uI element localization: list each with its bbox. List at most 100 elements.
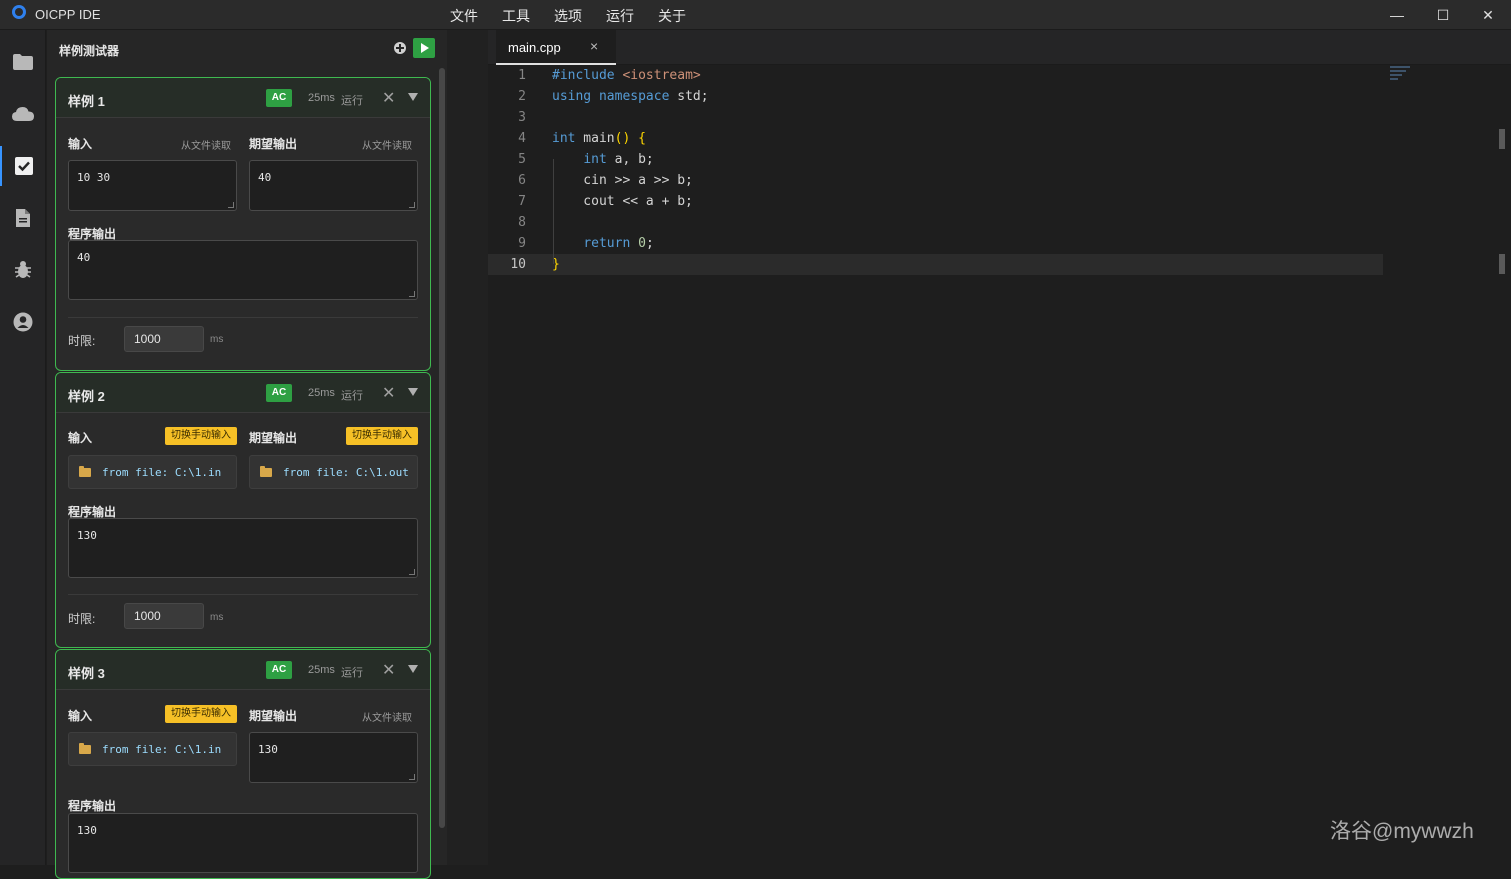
minimize-button[interactable]: — (1374, 0, 1420, 30)
time-limit-label: 时限: (68, 612, 96, 626)
expected-read-from-file-button[interactable]: 从文件读取 (362, 137, 412, 152)
case-header[interactable]: 样例 3 AC 25ms 运行 ✕ (56, 650, 430, 690)
output-textarea[interactable]: 130 (68, 813, 418, 873)
folder-icon (79, 742, 91, 754)
app-title: OICPP IDE (35, 7, 101, 22)
indent-guide (553, 159, 554, 264)
app-logo-icon (12, 5, 26, 19)
minimap[interactable] (1390, 66, 1414, 86)
resize-grip[interactable] (409, 774, 415, 780)
menu-about[interactable]: 关于 (658, 6, 686, 26)
menu-tools[interactable]: 工具 (502, 6, 530, 26)
output-label: 程序输出 (68, 799, 117, 813)
resize-grip[interactable] (228, 202, 234, 208)
run-case-button[interactable]: 运行 (341, 664, 363, 680)
sample-case-1: 样例 1 AC 25ms 运行 ✕ 输入 从文件读取 期望输出 从文件读取 10… (55, 77, 431, 371)
chevron-down-icon[interactable] (408, 93, 418, 101)
run-case-button[interactable]: 运行 (341, 387, 363, 403)
chevron-down-icon[interactable] (408, 388, 418, 396)
tab-bar: main.cpp × (488, 30, 1511, 65)
menu-options[interactable]: 选项 (554, 6, 582, 26)
sample-case-3: 样例 3 AC 25ms 运行 ✕ 输入 切换手动输入 期望输出 从文件读取 f… (55, 649, 431, 879)
input-manual-toggle-button[interactable]: 切换手动输入 (165, 705, 237, 723)
code-editor[interactable]: 1 #include <iostream> 2 using namespace … (488, 65, 1511, 865)
case-title: 样例 1 (68, 94, 105, 109)
line-number: 7 (518, 194, 526, 209)
input-textarea[interactable]: 10 30 (68, 160, 237, 211)
output-textarea[interactable]: 40 (68, 240, 418, 300)
panel-scrollbar[interactable] (439, 68, 445, 828)
close-icon[interactable]: ✕ (382, 383, 395, 403)
folder-icon (79, 465, 91, 477)
scrollbar-marker[interactable] (1499, 129, 1505, 149)
status-badge: AC (266, 89, 292, 107)
line-number: 8 (518, 215, 526, 230)
expected-label: 期望输出 (249, 709, 298, 723)
add-case-icon[interactable] (394, 42, 406, 54)
scrollbar-marker[interactable] (1499, 254, 1505, 274)
cloud-icon[interactable] (0, 94, 46, 134)
menu-run[interactable]: 运行 (606, 6, 634, 26)
bug-icon[interactable] (0, 250, 46, 290)
status-badge: AC (266, 661, 292, 679)
case-title: 样例 3 (68, 666, 105, 681)
menu-bar: 文件 工具 选项 运行 关于 (450, 6, 710, 26)
expected-textarea[interactable]: 130 (249, 732, 418, 783)
title-bar: OICPP IDE 文件 工具 选项 运行 关于 — ☐ ✕ (0, 0, 1511, 30)
case-header[interactable]: 样例 2 AC 25ms 运行 ✕ (56, 373, 430, 413)
case-time: 25ms (308, 664, 335, 676)
editor-area: main.cpp × 1 #include <iostream> 2 using… (447, 30, 1511, 865)
tab-label: main.cpp (508, 40, 561, 55)
file-icon[interactable] (0, 198, 46, 238)
case-header[interactable]: 样例 1 AC 25ms 运行 ✕ (56, 78, 430, 118)
expected-label: 期望输出 (249, 137, 298, 151)
expected-value: 40 (258, 171, 272, 184)
input-label: 输入 (68, 431, 93, 445)
run-case-button[interactable]: 运行 (341, 92, 363, 108)
folder-icon (260, 465, 272, 477)
expected-read-from-file-button[interactable]: 从文件读取 (362, 709, 412, 724)
divider (68, 317, 418, 318)
close-icon[interactable]: ✕ (382, 88, 395, 108)
expected-file-box[interactable]: from file: C:\1.out (249, 455, 418, 489)
resize-grip[interactable] (409, 291, 415, 297)
sample-tester-panel: 样例测试器 样例 1 AC 25ms 运行 ✕ 输入 从文件读取 期望输出 从文… (47, 30, 447, 879)
line-number: 5 (518, 152, 526, 167)
output-value: 40 (77, 251, 91, 264)
time-limit-input[interactable]: 1000 (124, 603, 204, 629)
editor-gutter-strip (447, 30, 488, 865)
folder-icon[interactable] (0, 42, 46, 82)
panel-header: 样例测试器 (47, 30, 447, 66)
input-file-box[interactable]: from file: C:\1.in (68, 732, 237, 766)
chevron-down-icon[interactable] (408, 665, 418, 673)
run-all-play-icon[interactable] (413, 38, 435, 58)
input-read-from-file-button[interactable]: 从文件读取 (181, 137, 231, 152)
menu-file[interactable]: 文件 (450, 6, 478, 26)
maximize-button[interactable]: ☐ (1420, 0, 1466, 30)
expected-value: 130 (258, 743, 278, 756)
resize-grip[interactable] (409, 569, 415, 575)
line-number: 1 (518, 68, 526, 83)
resize-grip[interactable] (409, 202, 415, 208)
line-number: 4 (518, 131, 526, 146)
code-text: int a, b; (583, 152, 654, 167)
checkbox-icon[interactable] (0, 146, 46, 186)
user-icon[interactable] (0, 302, 46, 342)
close-icon[interactable]: × (590, 38, 598, 54)
time-limit-input[interactable]: 1000 (124, 326, 204, 352)
tab-main-cpp[interactable]: main.cpp × (496, 30, 616, 65)
close-window-button[interactable]: ✕ (1465, 0, 1511, 30)
close-icon[interactable]: ✕ (382, 660, 395, 680)
output-textarea[interactable]: 130 (68, 518, 418, 578)
code-text: #include <iostream> (552, 68, 701, 83)
expected-manual-toggle-button[interactable]: 切换手动输入 (346, 427, 418, 445)
code-line: 8 (488, 212, 1383, 233)
input-manual-toggle-button[interactable]: 切换手动输入 (165, 427, 237, 445)
panel-title: 样例测试器 (59, 44, 120, 58)
case-title: 样例 2 (68, 389, 105, 404)
output-value: 130 (77, 824, 97, 837)
code-line: 1 #include <iostream> (488, 65, 1383, 86)
expected-textarea[interactable]: 40 (249, 160, 418, 211)
expected-file-path: from file: C:\1.out (283, 465, 409, 479)
input-file-box[interactable]: from file: C:\1.in (68, 455, 237, 489)
